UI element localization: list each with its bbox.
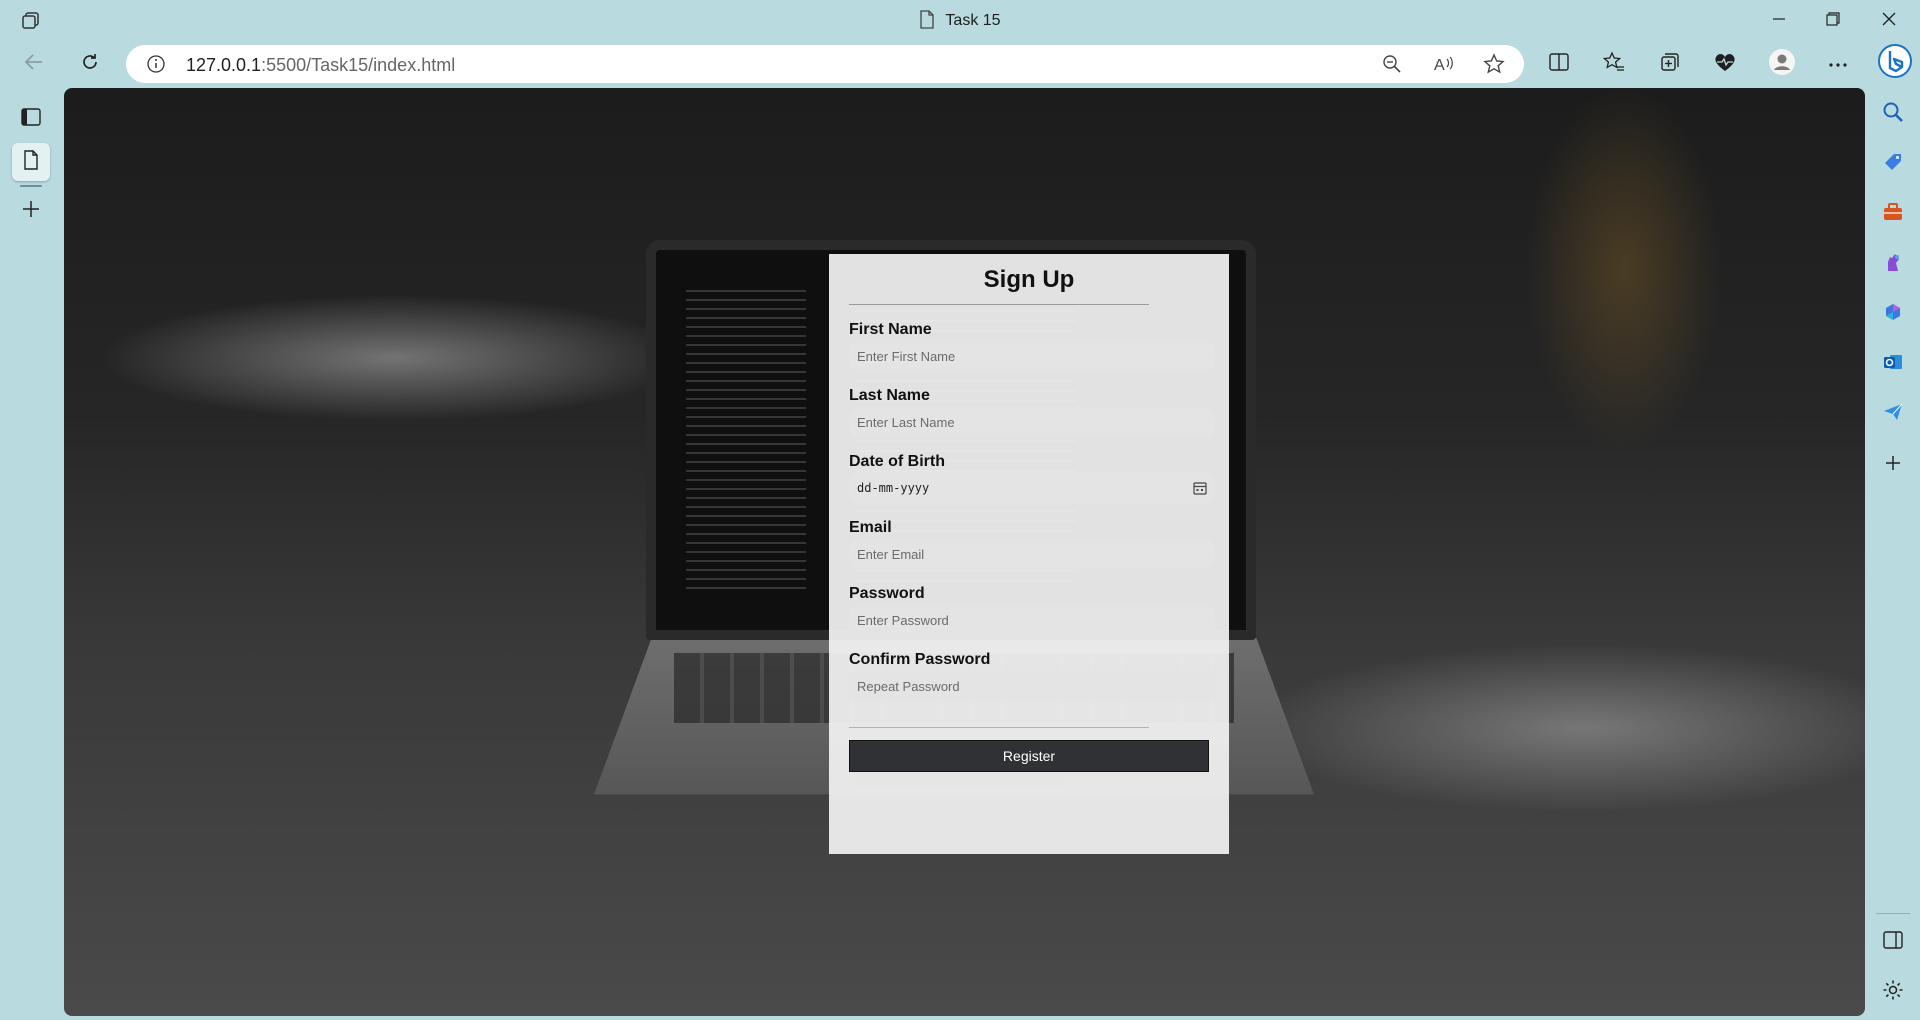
split-screen-button[interactable] xyxy=(1543,49,1575,79)
password-label: Password xyxy=(849,585,925,602)
back-arrow-icon xyxy=(24,53,44,76)
last-name-field: Last Name Enter Last Name xyxy=(849,387,1215,437)
more-button[interactable] xyxy=(1822,49,1854,79)
document-icon xyxy=(919,10,935,34)
last-name-label: Last Name xyxy=(849,387,930,404)
new-tab-icon xyxy=(22,200,40,223)
copilot-button[interactable] xyxy=(1876,43,1914,84)
signup-title: Sign Up xyxy=(983,266,1075,293)
zoom-out-icon[interactable] xyxy=(1380,52,1404,76)
collections-button[interactable] xyxy=(1654,49,1686,79)
add-icon xyxy=(1885,455,1901,476)
svg-text:A: A xyxy=(1434,57,1445,74)
settings-icon xyxy=(1882,979,1904,1006)
page-viewport: Sign Up First Name Enter First Name Last… xyxy=(64,88,1865,1016)
confirm-password-field: Confirm Password Repeat Password xyxy=(849,651,1215,701)
browser-essentials-icon xyxy=(1713,51,1737,78)
read-aloud-icon[interactable]: A xyxy=(1432,52,1456,76)
confirm-password-input[interactable]: Repeat Password xyxy=(849,671,1215,701)
sidebar-outlook-button[interactable] xyxy=(1878,349,1908,379)
tab-item-task15[interactable] xyxy=(12,143,50,187)
refresh-icon xyxy=(80,52,100,77)
drop-icon xyxy=(1882,401,1904,428)
dob-placeholder: dd-mm-yyyy xyxy=(857,481,930,495)
register-button[interactable]: Register xyxy=(849,740,1209,772)
restore-button[interactable] xyxy=(1810,6,1856,36)
split-screen-icon xyxy=(1548,52,1570,77)
favorites-icon xyxy=(1602,50,1626,78)
star-icon[interactable] xyxy=(1482,52,1506,76)
first-name-field: First Name Enter First Name xyxy=(849,321,1215,371)
collections-icon xyxy=(1659,51,1681,78)
sidebar-shopping-button[interactable] xyxy=(1878,149,1908,179)
refresh-button[interactable] xyxy=(72,49,108,79)
last-name-input[interactable]: Enter Last Name xyxy=(849,407,1215,437)
title-divider xyxy=(849,304,1149,305)
sidebar-divider xyxy=(1876,913,1910,914)
vertical-tabs-bar xyxy=(0,87,63,1020)
minimize-button[interactable] xyxy=(1756,6,1802,36)
tab-actions-button[interactable] xyxy=(12,100,50,138)
profile-button[interactable] xyxy=(1766,48,1798,81)
sidebar-games-button[interactable] xyxy=(1878,249,1908,279)
address-bar[interactable]: 127.0.0.1:5500/Task15/index.html A xyxy=(126,45,1524,83)
document-icon xyxy=(23,149,39,175)
first-name-input[interactable]: Enter First Name xyxy=(849,341,1215,371)
bing-icon xyxy=(1877,43,1913,84)
confirm-password-label: Confirm Password xyxy=(849,651,991,668)
navigation-bar: 127.0.0.1:5500/Task15/index.html A xyxy=(0,41,1920,87)
browser-essentials-button[interactable] xyxy=(1709,49,1741,79)
edge-sidebar xyxy=(1866,87,1920,1020)
email-label: Email xyxy=(849,519,892,536)
restore-icon xyxy=(1826,11,1840,31)
sidebar-toggle-icon xyxy=(1883,930,1903,954)
url-path: :5500/Task15/index.html xyxy=(261,55,456,75)
dob-label: Date of Birth xyxy=(849,453,945,470)
tools-icon xyxy=(1882,201,1904,228)
back-button[interactable] xyxy=(16,49,52,79)
sidebar-add-button[interactable] xyxy=(1878,450,1908,480)
more-icon xyxy=(1828,55,1848,73)
new-tab-button[interactable] xyxy=(12,192,50,230)
url-host: 127.0.0.1 xyxy=(186,55,262,75)
email-input[interactable]: Enter Email xyxy=(849,539,1215,569)
form-divider xyxy=(849,727,1149,728)
sidebar-search-button[interactable] xyxy=(1878,99,1908,129)
email-field: Email Enter Email xyxy=(849,519,1215,569)
dob-input[interactable]: dd-mm-yyyy xyxy=(849,473,1215,503)
sidebar-m365-button[interactable] xyxy=(1878,299,1908,329)
signup-card: Sign Up First Name Enter First Name Last… xyxy=(829,254,1229,854)
password-input[interactable]: Enter Password xyxy=(849,605,1215,635)
sidebar-toggle-button[interactable] xyxy=(1878,927,1908,957)
code-sidebar-image xyxy=(686,290,806,590)
title-bar: Task 15 xyxy=(0,0,1920,41)
password-field: Password Enter Password xyxy=(849,585,1215,635)
sidebar-drop-button[interactable] xyxy=(1878,399,1908,429)
info-icon[interactable] xyxy=(146,54,166,79)
outlook-icon xyxy=(1882,351,1904,378)
favorites-button[interactable] xyxy=(1598,49,1630,79)
search-icon xyxy=(1882,101,1904,128)
calendar-icon[interactable] xyxy=(1193,481,1207,498)
microsoft365-icon xyxy=(1882,301,1904,328)
first-name-label: First Name xyxy=(849,321,932,338)
sidebar-settings-button[interactable] xyxy=(1878,977,1908,1007)
close-icon xyxy=(1882,12,1896,31)
shopping-icon xyxy=(1882,151,1904,178)
tab-actions-icon xyxy=(21,107,41,131)
url-text[interactable]: 127.0.0.1:5500/Task15/index.html xyxy=(186,55,455,76)
tab-title-text: Task 15 xyxy=(945,12,1001,29)
dob-field: Date of Birth dd-mm-yyyy xyxy=(849,453,1215,503)
minimize-icon xyxy=(1772,12,1786,31)
games-icon xyxy=(1882,251,1904,278)
profile-avatar-icon xyxy=(1768,48,1796,81)
tab-title[interactable]: Task 15 xyxy=(0,10,1920,34)
close-button[interactable] xyxy=(1866,6,1912,36)
sidebar-tools-button[interactable] xyxy=(1878,199,1908,229)
